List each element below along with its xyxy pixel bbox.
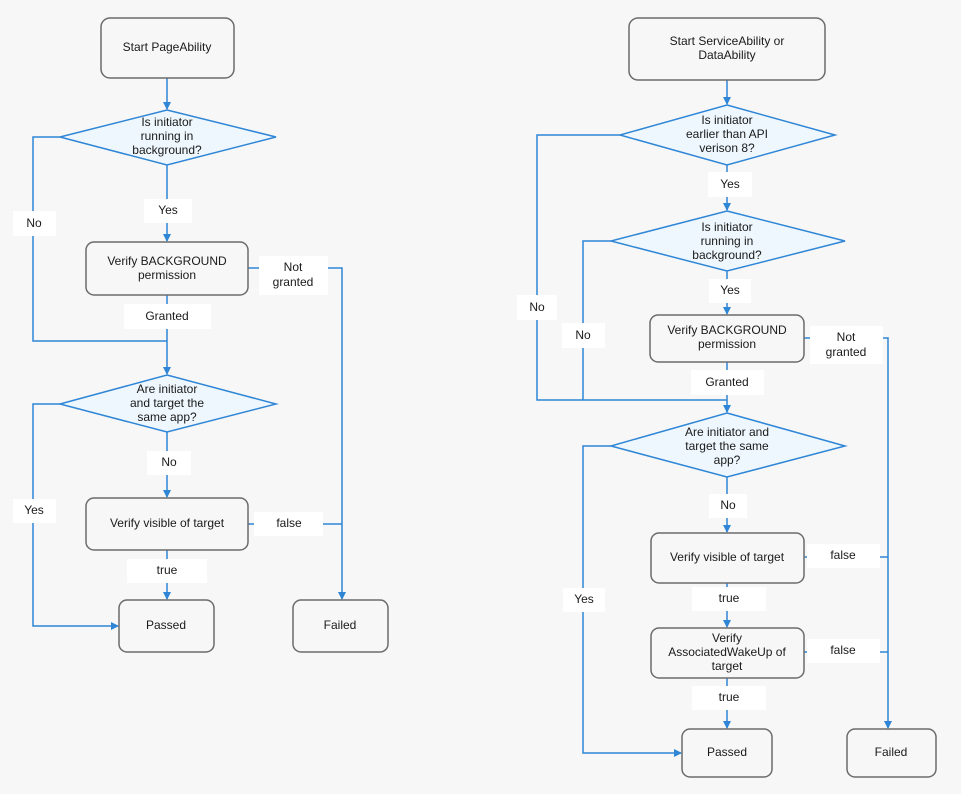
node-text: Start ServiceAbility or <box>670 34 785 48</box>
edge-label-not-granted: granted <box>273 275 314 289</box>
node-text: Verify BACKGROUND <box>667 323 787 337</box>
node-text: earlier than API <box>686 127 768 141</box>
node-text: Passed <box>707 745 747 759</box>
node-text: Verify visible of target <box>110 516 225 530</box>
edge-label-not-granted: Not <box>284 260 303 274</box>
node-text: Failed <box>875 745 908 759</box>
left-start-node: Start PageAbility <box>100 17 235 79</box>
right-start-node: Start ServiceAbility or DataAbility <box>628 17 826 81</box>
flowchart: Start PageAbility Is initiator running i… <box>13 17 937 778</box>
node-text: Are initiator <box>137 382 198 396</box>
left-decision-same-app: Are initiator and target the same app? <box>57 374 279 433</box>
node-text: Verify visible of target <box>670 550 785 564</box>
node-text: running in <box>701 234 754 248</box>
right-failed-node: Failed <box>846 728 937 778</box>
edge-label-true: true <box>719 690 740 704</box>
node-text: Start PageAbility <box>123 40 212 54</box>
node-text: background? <box>692 248 762 262</box>
node-text: Failed <box>324 618 357 632</box>
edge-label-not-granted: granted <box>826 345 867 359</box>
edge-label-yes: Yes <box>158 203 178 217</box>
edge-label-true: true <box>719 591 740 605</box>
node-text: target the same <box>685 439 769 453</box>
edge-label-yes: Yes <box>720 177 740 191</box>
edge-label-not-granted: Not <box>837 330 856 344</box>
edge-label-no: No <box>26 216 42 230</box>
node-text: Verify BACKGROUND <box>107 254 227 268</box>
edge-label-true: true <box>157 563 178 577</box>
node-text: target <box>712 659 743 673</box>
node-text: and target the <box>130 396 204 410</box>
node-text: permission <box>138 268 196 282</box>
left-passed-node: Passed <box>118 599 215 653</box>
node-text: AssociatedWakeUp of <box>668 645 786 659</box>
right-decision-background: Is initiator running in background? <box>608 210 846 272</box>
edge-label-granted: Granted <box>705 375 748 389</box>
node-text: verison 8? <box>699 141 755 155</box>
node-text: Verify <box>712 631 742 645</box>
edge-label-granted: Granted <box>145 309 188 323</box>
edge-label-no: No <box>161 455 177 469</box>
node-text: Is initiator <box>701 113 752 127</box>
node-text: Is initiator <box>141 115 192 129</box>
node-text: Is initiator <box>701 220 752 234</box>
node-text: running in <box>141 129 194 143</box>
right-verify-background-node: Verify BACKGROUND permission <box>649 314 805 363</box>
right-verify-visible-node: Verify visible of target <box>650 532 805 584</box>
node-text: permission <box>698 337 756 351</box>
edge-label-yes: Yes <box>720 283 740 297</box>
edge-label-no: No <box>720 498 736 512</box>
node-text: same app? <box>137 410 197 424</box>
edge-label-no: No <box>575 328 591 342</box>
edge-label-false: false <box>830 643 856 657</box>
right-decision-same-app: Are initiator and target the same app? <box>608 412 848 478</box>
right-decision-api-version: Is initiator earlier than API verison 8? <box>617 104 838 166</box>
node-text: DataAbility <box>698 48 755 62</box>
left-verify-visible-node: Verify visible of target <box>85 497 249 551</box>
node-text: Passed <box>146 618 186 632</box>
node-text: app? <box>714 453 741 467</box>
node-text: Are initiator and <box>685 425 769 439</box>
edge-label-yes: Yes <box>574 592 594 606</box>
right-verify-wakeup-node: Verify AssociatedWakeUp of target <box>650 627 805 679</box>
node-text: background? <box>132 143 202 157</box>
right-passed-node: Passed <box>681 728 773 778</box>
left-decision-background: Is initiator running in background? <box>59 109 277 166</box>
edge-label-false: false <box>830 548 856 562</box>
edge-label-yes: Yes <box>24 503 44 517</box>
left-failed-node: Failed <box>292 599 389 653</box>
edge-label-no: No <box>529 300 545 314</box>
edge-label-false: false <box>276 516 302 530</box>
left-verify-background-node: Verify BACKGROUND permission <box>85 241 249 296</box>
